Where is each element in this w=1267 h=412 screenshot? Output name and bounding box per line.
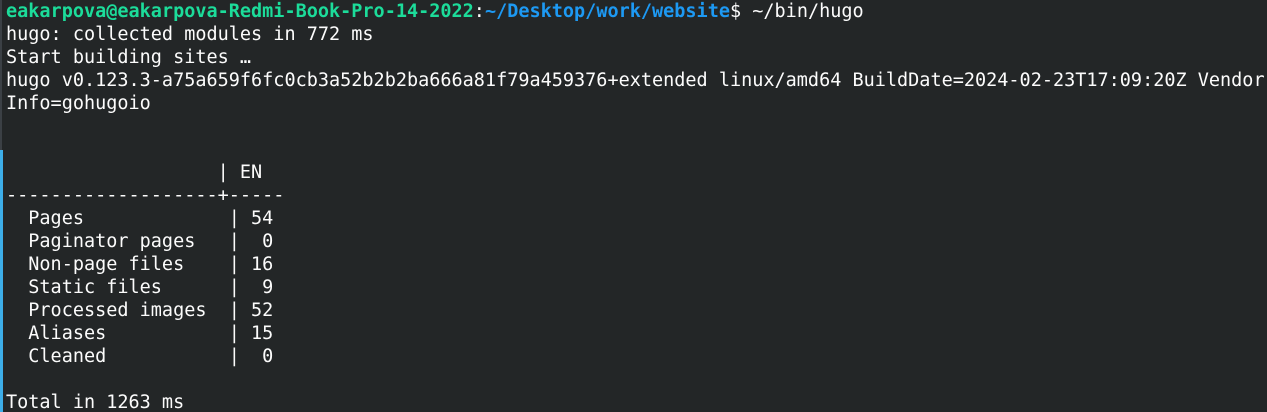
table-row: Non-page files | 16 xyxy=(6,254,274,275)
terminal-window[interactable]: eakarpova@eakarpova-Redmi-Book-Pro-14-20… xyxy=(0,0,1267,412)
prompt-symbol: $ xyxy=(729,1,742,22)
prompt-command: ~/bin/hugo xyxy=(741,1,864,22)
prompt-separator: : xyxy=(473,1,485,22)
scroll-marker xyxy=(0,150,3,412)
table-row: Pages | 54 xyxy=(6,208,274,229)
prompt-path: ~/Desktop/work/website xyxy=(484,1,730,22)
table-row: Paginator pages | 0 xyxy=(6,231,274,252)
prompt-line: eakarpova@eakarpova-Redmi-Book-Pro-14-20… xyxy=(6,0,1267,23)
total-line: Total in 1263 ms xyxy=(6,392,185,412)
prompt-user-host: eakarpova@eakarpova-Redmi-Book-Pro-14-20… xyxy=(6,1,474,22)
table-row: Aliases | 15 xyxy=(6,323,274,344)
table-divider: -------------------+----- xyxy=(6,185,285,206)
table-row: Static files | 9 xyxy=(6,277,274,298)
table-header: | EN xyxy=(6,162,263,183)
table-row: Cleaned | 0 xyxy=(6,346,274,367)
table-row: Processed images | 52 xyxy=(6,300,274,321)
output-line: Start building sites … xyxy=(6,47,252,68)
output-line: hugo: collected modules in 772 ms xyxy=(6,24,374,45)
output-line: Info=gohugoio xyxy=(6,93,151,114)
output-line: hugo v0.123.3-a75a659f6fc0cb3a52b2b2ba66… xyxy=(6,70,1265,91)
